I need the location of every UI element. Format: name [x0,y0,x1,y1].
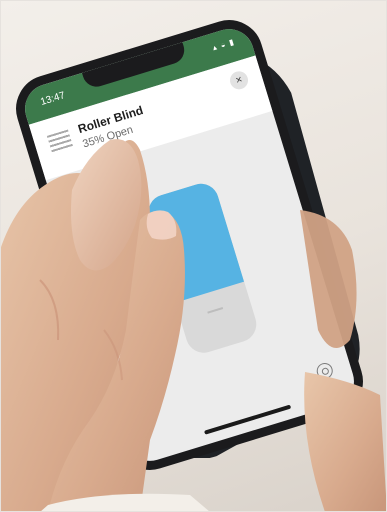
photo-scene: 13:47 ▴ ◒ ▮ Roller Blind 35% Open × [0,0,387,512]
hands [0,139,387,512]
